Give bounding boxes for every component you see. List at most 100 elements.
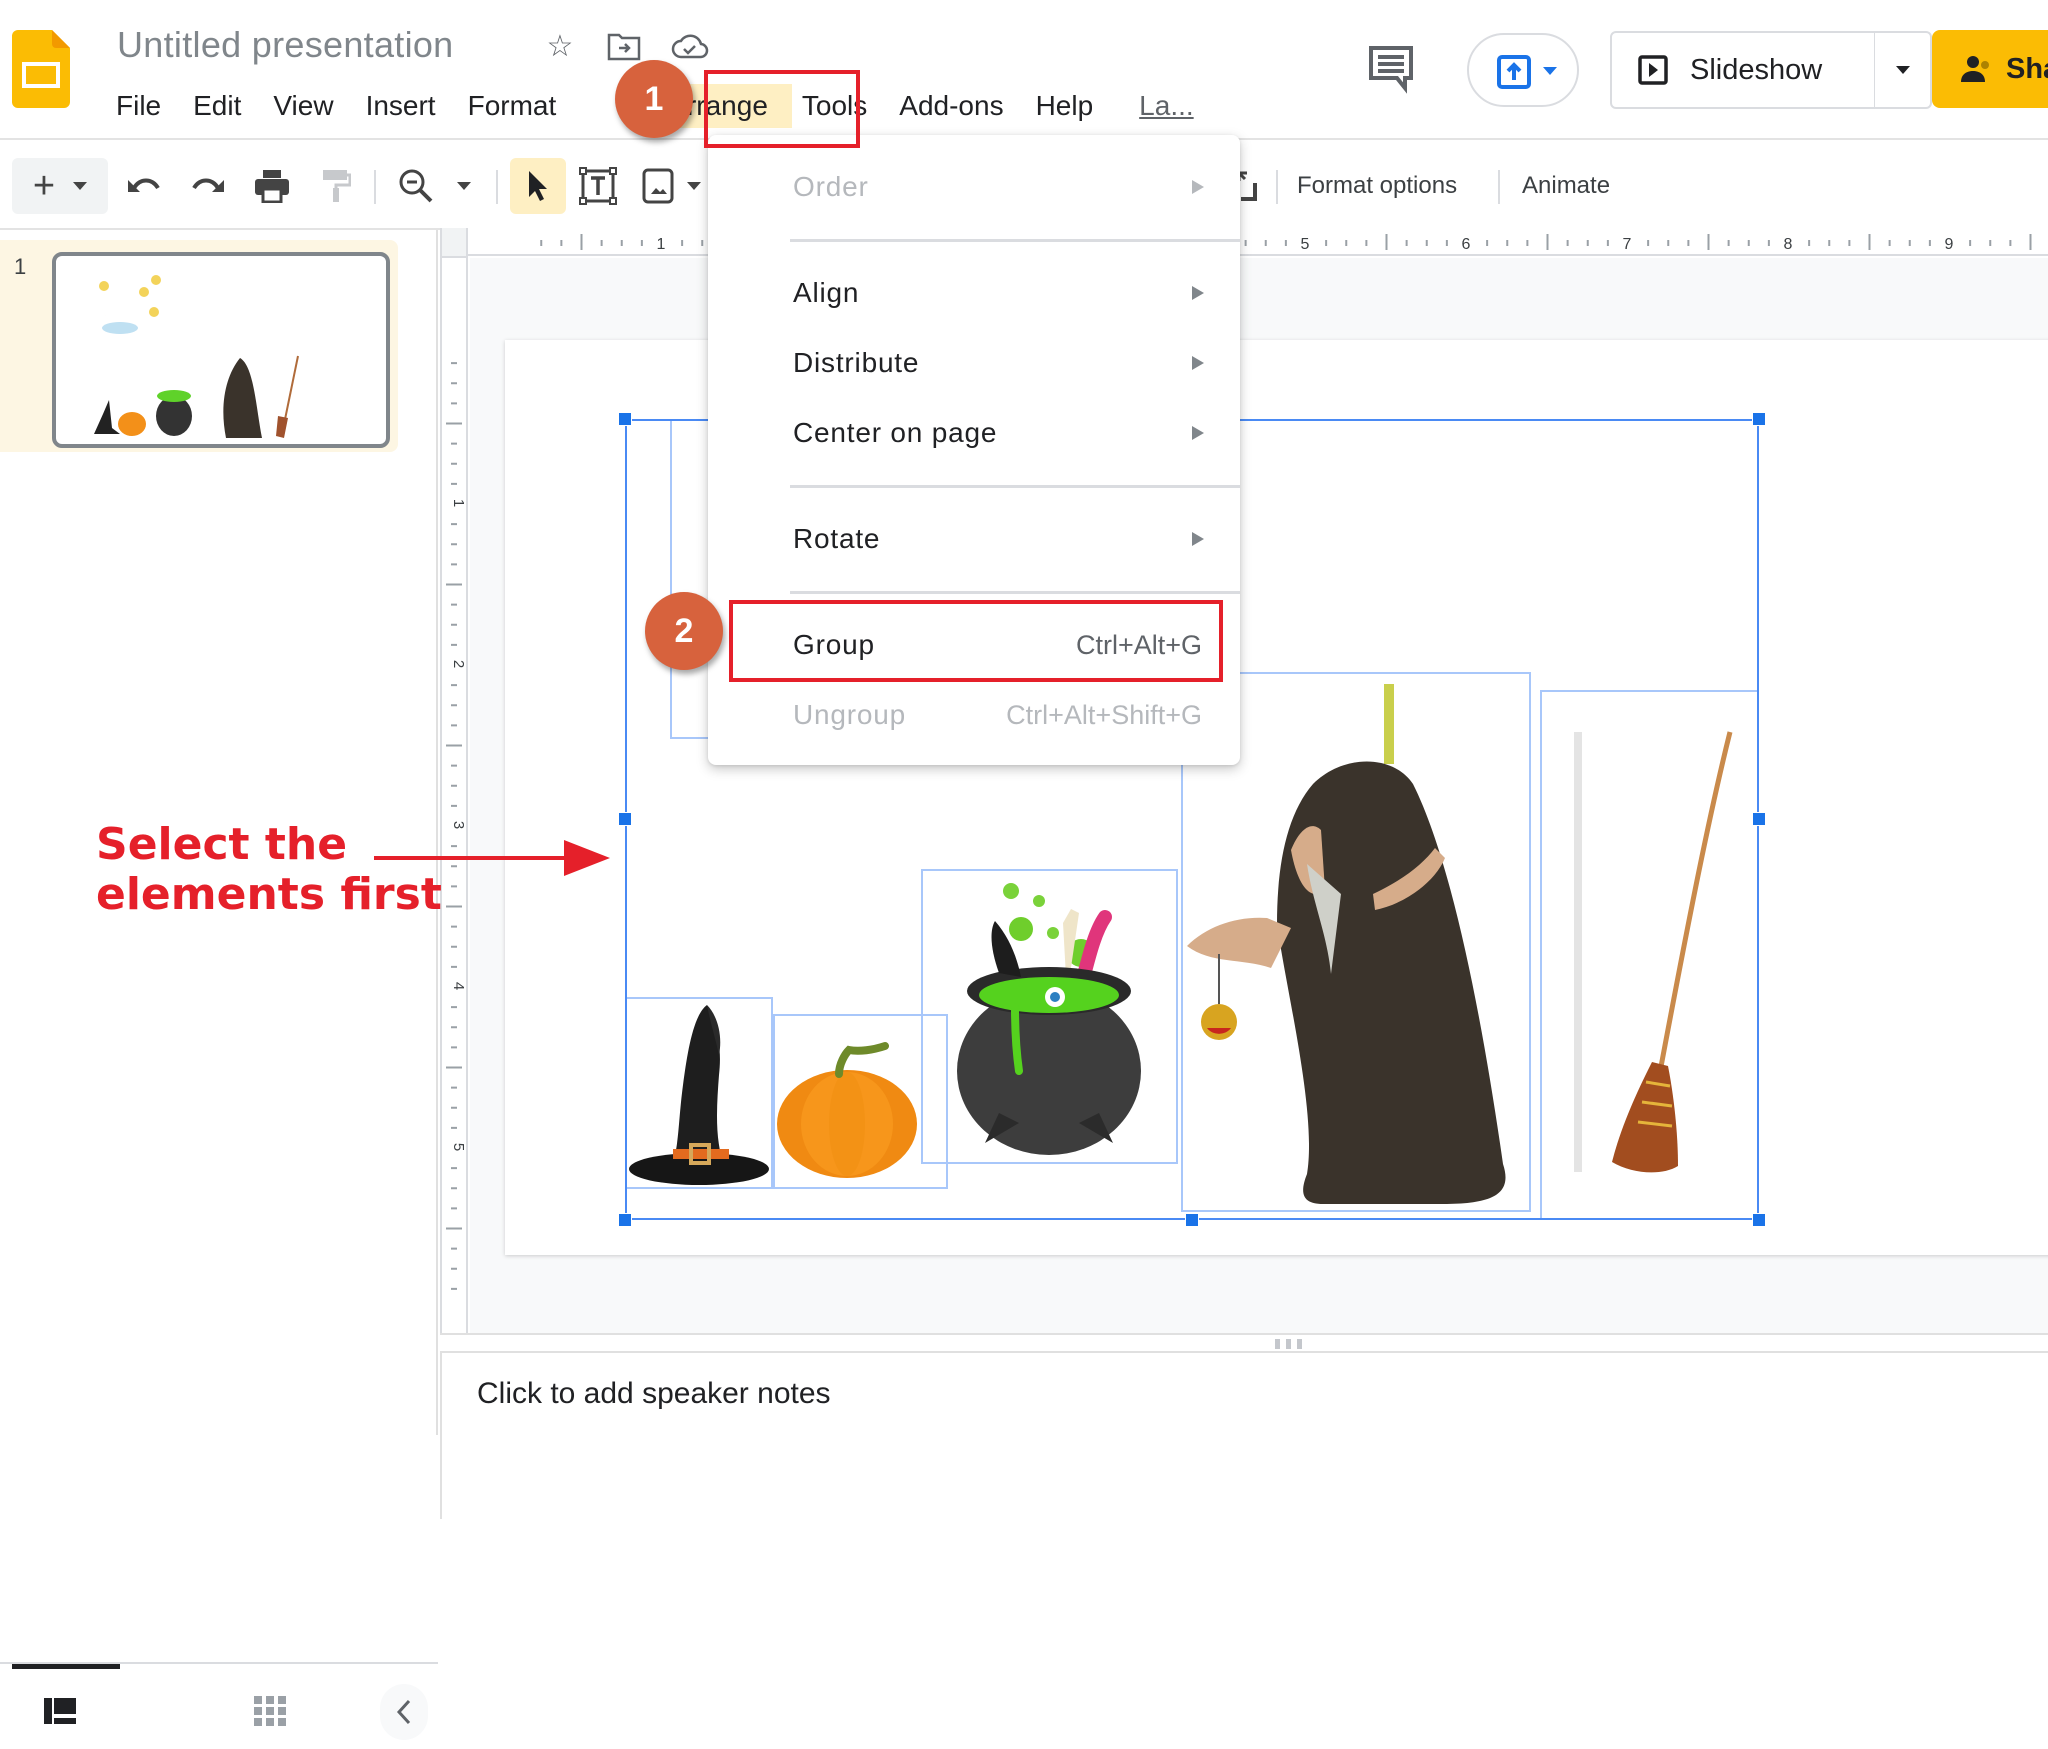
menu-add-ons[interactable]: Add-ons [883, 84, 1019, 128]
ruler-tick [446, 744, 462, 747]
present-to-meeting-button[interactable] [1467, 33, 1579, 107]
share-people-icon [1961, 56, 1989, 82]
resize-handle-bottom-right[interactable] [1752, 1213, 1766, 1227]
resize-handle-top-right[interactable] [1752, 412, 1766, 426]
thumb-pumpkin [118, 412, 146, 436]
menu-help[interactable]: Help [1020, 84, 1110, 128]
slides-logo-icon[interactable] [12, 30, 70, 108]
menu-format[interactable]: Format [452, 84, 573, 128]
filmstrip-footer [0, 1662, 438, 1749]
ruler-tick [451, 1287, 457, 1290]
slide-thumbnail[interactable] [52, 252, 390, 448]
menu-view[interactable]: View [257, 84, 349, 128]
star-icon[interactable]: ☆ [540, 26, 580, 66]
slideshow-button[interactable]: Slideshow [1610, 31, 1876, 109]
animate-button[interactable]: Animate [1522, 162, 1610, 210]
ruler-tick [1928, 240, 1931, 246]
resize-handle-top-left[interactable] [618, 412, 632, 426]
vertical-ruler[interactable]: 1 2 3 4 5 [440, 258, 468, 1333]
chevron-down-icon [687, 182, 701, 190]
filmstrip-slide-1[interactable]: 1 [0, 240, 398, 452]
comments-icon[interactable] [1365, 42, 1417, 94]
share-button[interactable]: Sha [1932, 30, 2048, 108]
ruler-tick [451, 603, 457, 606]
filmstrip-view-icon[interactable] [44, 1698, 76, 1724]
ruler-label: 7 [1623, 236, 1632, 253]
menu-file[interactable]: File [100, 84, 177, 128]
ruler-tick [1767, 240, 1770, 246]
ruler-tick [1848, 240, 1851, 246]
speaker-notes[interactable]: Click to add speaker notes [440, 1353, 2048, 1519]
ruler-tick [1486, 240, 1489, 246]
horizontal-ruler-ticks: 1 5 6 7 8 9 [540, 234, 2032, 253]
ruler-tick [1405, 240, 1408, 246]
paint-format-icon [323, 170, 351, 202]
ruler-tick [451, 1126, 457, 1129]
notes-resize-handle[interactable] [440, 1333, 2048, 1353]
ruler-tick [1707, 234, 1710, 250]
menu-item-center-on-page[interactable]: Center on page [708, 403, 1240, 463]
ruler-tick [451, 382, 457, 385]
step-2-badge: 2 [645, 592, 723, 670]
menu-divider [790, 239, 1240, 242]
zoom-dropdown[interactable] [452, 162, 476, 210]
grid-view-icon[interactable] [254, 1696, 286, 1726]
resize-handle-middle-right[interactable] [1752, 812, 1766, 826]
drag-dots-icon [1275, 1339, 1302, 1349]
menu-edit[interactable]: Edit [177, 84, 257, 128]
resize-handle-middle-left[interactable] [618, 812, 632, 826]
ruler-tick [1727, 240, 1730, 246]
ruler-tick [1325, 240, 1328, 246]
menu-item-distribute[interactable]: Distribute [708, 333, 1240, 393]
print-button[interactable] [250, 162, 294, 210]
menu-item-align[interactable]: Align [708, 263, 1240, 323]
horizontal-ruler[interactable]: 1 5 6 7 8 9 [468, 228, 2048, 256]
ruler-tick [560, 240, 563, 246]
ruler-tick [1365, 240, 1368, 246]
image-dropdown[interactable] [684, 162, 704, 210]
ruler-tick [451, 764, 457, 767]
last-edit-link[interactable]: La... [1123, 84, 1209, 128]
speaker-notes-placeholder[interactable]: Click to add speaker notes [477, 1377, 831, 1411]
ruler-label: 1 [450, 499, 466, 507]
ruler-tick [451, 523, 457, 526]
ruler-tick [451, 482, 457, 485]
active-view-indicator [12, 1664, 120, 1669]
paint-format-button[interactable] [314, 162, 358, 210]
ruler-label: 1 [657, 236, 666, 253]
ruler-corner [440, 228, 468, 258]
ruler-tick [1989, 240, 1992, 246]
ruler-tick [451, 1086, 457, 1089]
format-options-button[interactable]: Format options [1297, 162, 1457, 210]
highlight-group-item [729, 600, 1223, 682]
cloud-saved-icon[interactable] [670, 26, 710, 66]
highlight-arrange-menu [704, 70, 860, 148]
resize-handle-bottom-left[interactable] [618, 1213, 632, 1227]
document-title[interactable]: Untitled presentation [117, 24, 454, 66]
ruler-tick [2009, 240, 2012, 246]
toolbar-divider [374, 170, 376, 204]
redo-button[interactable] [186, 162, 230, 210]
ruler-tick [451, 1247, 457, 1250]
slideshow-dropdown-button[interactable] [1874, 31, 1932, 109]
ruler-label: 6 [1462, 236, 1471, 253]
menu-divider [790, 591, 1240, 594]
zoom-button[interactable] [392, 162, 440, 210]
menu-insert[interactable]: Insert [350, 84, 452, 128]
insert-image-button[interactable] [636, 162, 680, 210]
menu-item-rotate[interactable]: Rotate [708, 509, 1240, 569]
ruler-tick [451, 643, 457, 646]
collapse-filmstrip-button[interactable] [380, 1684, 428, 1740]
slideshow-icon [1638, 55, 1668, 85]
select-tool-button[interactable] [510, 158, 566, 214]
menu-item-ungroup[interactable]: Ungroup Ctrl+Alt+Shift+G [708, 685, 1240, 745]
new-slide-button[interactable]: + [12, 158, 108, 214]
move-to-folder-icon[interactable] [604, 26, 644, 66]
resize-handle-bottom-center[interactable] [1185, 1213, 1199, 1227]
ruler-tick [451, 1167, 457, 1170]
ruler-label: 3 [450, 821, 466, 829]
undo-button[interactable] [122, 162, 166, 210]
ruler-tick [451, 704, 457, 707]
menu-item-order[interactable]: Order [708, 157, 1240, 217]
text-box-button[interactable] [576, 162, 620, 210]
